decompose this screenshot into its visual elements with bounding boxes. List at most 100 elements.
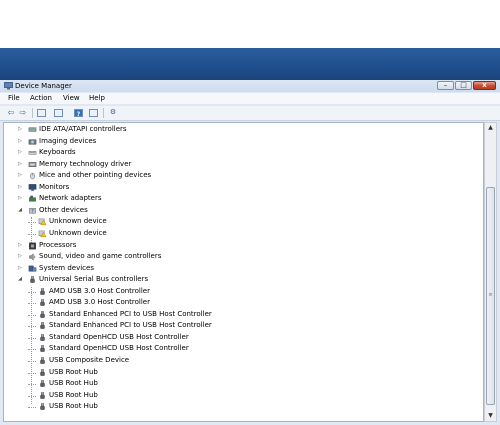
expand-toggle-icon[interactable]: ▷ — [17, 170, 23, 182]
desktop-band — [0, 48, 500, 80]
tree-item-label: AMD USB 3.0 Host Controller — [49, 298, 150, 307]
collapse-toggle-icon[interactable]: ◢ — [17, 274, 23, 286]
tree-item-label: USB Root Hub — [49, 367, 98, 376]
usb-plug-icon — [40, 357, 45, 364]
usb-plug-icon — [40, 311, 45, 318]
tree-item-label: IDE ATA/ATAPI controllers — [39, 125, 127, 133]
expand-toggle-icon[interactable]: ▷ — [17, 136, 23, 148]
usb-plug-icon — [30, 276, 35, 283]
processor-icon — [29, 242, 36, 249]
tree-item-label: Unknown device — [49, 217, 107, 226]
memory-icon — [28, 161, 37, 167]
tree-connector — [28, 337, 36, 339]
tree-connector — [28, 314, 36, 316]
tree-connector — [28, 233, 36, 235]
tree-item-label: Standard Enhanced PCI to USB Host Contro… — [49, 321, 212, 330]
menu-bar: File Action View Help — [0, 93, 500, 104]
tree-connector — [31, 287, 32, 404]
usb-plug-icon — [40, 334, 45, 341]
speaker-icon — [29, 253, 36, 261]
expand-toggle-icon[interactable]: ▷ — [17, 182, 23, 194]
usb-plug-icon — [40, 322, 45, 330]
tree-item-label: Imaging devices — [39, 136, 97, 145]
usb-plug-icon — [40, 287, 45, 295]
camera-icon — [28, 139, 37, 144]
tree-item-label: USB Composite Device — [49, 356, 130, 364]
usb-plug-icon — [40, 380, 45, 387]
tree-item-label: Sound, video and game controllers — [39, 252, 162, 261]
tree-item-label: Universal Serial Bus controllers — [39, 275, 149, 284]
tree-item-label: Standard OpenHCD USB Host Controller — [49, 344, 189, 353]
unknown-device-warning-icon — [38, 219, 47, 226]
minimize-button[interactable]: – — [437, 81, 454, 90]
scan-hardware-icon[interactable]: ⚙ — [108, 108, 118, 117]
expand-toggle-icon[interactable]: ▷ — [17, 193, 23, 205]
scrollbar-thumb[interactable]: ≡ — [486, 187, 495, 405]
menu-view[interactable]: View — [63, 94, 80, 103]
vertical-scrollbar[interactable]: ▲ ≡ ▼ — [484, 122, 497, 422]
tree-item-label: Mice and other pointing devices — [39, 171, 152, 180]
expand-toggle-icon[interactable]: ▷ — [17, 159, 23, 171]
device-tree[interactable]: ▷ IDE ATA/ATAPI controllers ▷ Imaging devic… — [3, 122, 484, 422]
system-devices-icon — [28, 265, 37, 272]
tree-connector — [28, 222, 36, 224]
tree-item-label: USB Root Hub — [49, 390, 98, 399]
scrollbar-grip-icon: ≡ — [488, 292, 493, 298]
tree-connector — [28, 361, 36, 362]
tree-item-label: AMD USB 3.0 Host Controller — [49, 286, 150, 295]
scroll-down-arrow-icon[interactable]: ▼ — [485, 411, 496, 421]
maximize-button[interactable]: □ — [455, 81, 472, 90]
tree-connector — [28, 303, 36, 305]
tree-connector — [31, 217, 32, 243]
menu-help[interactable]: Help — [89, 94, 105, 103]
tree-item-label: USB Root Hub — [49, 402, 98, 411]
expand-toggle-icon[interactable]: ▷ — [17, 147, 23, 159]
collapse-toggle-icon[interactable]: ◢ — [17, 205, 23, 217]
close-icon: x — [482, 81, 487, 89]
tree-connector — [28, 395, 36, 397]
menu-file[interactable]: File — [8, 94, 20, 103]
tree-item-label: Other devices — [39, 205, 88, 214]
other-devices-icon: ? — [29, 207, 36, 214]
computer-icon — [4, 82, 13, 90]
title-bar[interactable]: Device Manager – □ x — [0, 80, 500, 92]
tree-item-label: Standard Enhanced PCI to USB Host Contro… — [49, 309, 212, 318]
network-adapter-icon — [29, 196, 36, 202]
tree-connector — [28, 349, 36, 351]
expand-toggle-icon[interactable]: ▷ — [17, 251, 23, 263]
usb-plug-icon — [40, 368, 45, 376]
desktop-background — [0, 0, 500, 82]
close-button[interactable]: x — [473, 81, 496, 90]
toolbar: ⇦ ⇨ ? ⚙ — [0, 106, 500, 121]
usb-plug-icon — [40, 403, 45, 411]
unknown-device-warning-icon — [38, 230, 47, 237]
toolbar-separator — [32, 108, 33, 118]
device-list-icon[interactable] — [89, 109, 98, 117]
tree-item-label: USB Root Hub — [49, 379, 98, 388]
usb-plug-icon — [40, 299, 45, 307]
ide-controller-icon — [28, 127, 37, 132]
help-icon[interactable]: ? — [74, 109, 83, 118]
properties-icon[interactable] — [54, 109, 63, 117]
window-title: Device Manager — [15, 82, 72, 90]
scroll-up-arrow-icon[interactable]: ▲ — [485, 123, 496, 133]
tree-item-label: Memory technology driver — [39, 159, 132, 168]
tree-item-label: Processors — [39, 240, 77, 249]
expand-toggle-icon[interactable]: ▷ — [17, 263, 23, 275]
expand-toggle-icon[interactable]: ▷ — [17, 124, 23, 136]
back-arrow-icon[interactable]: ⇦ — [6, 108, 16, 117]
usb-plug-icon — [40, 345, 45, 353]
forward-arrow-icon[interactable]: ⇨ — [18, 108, 28, 117]
tree-item-label: Monitors — [39, 182, 70, 191]
tree-item-label: Keyboards — [39, 148, 76, 157]
tree-item-label: System devices — [39, 263, 94, 272]
keyboard-icon — [28, 151, 37, 155]
toolbar-separator — [103, 108, 104, 118]
usb-plug-icon — [40, 391, 45, 399]
mouse-icon — [29, 173, 36, 180]
menu-action[interactable]: Action — [30, 94, 52, 103]
expand-toggle-icon[interactable]: ▷ — [17, 240, 23, 252]
console-tree-icon[interactable] — [37, 109, 46, 117]
tree-connector — [28, 384, 36, 386]
tree-item-label: Network adapters — [39, 194, 102, 203]
